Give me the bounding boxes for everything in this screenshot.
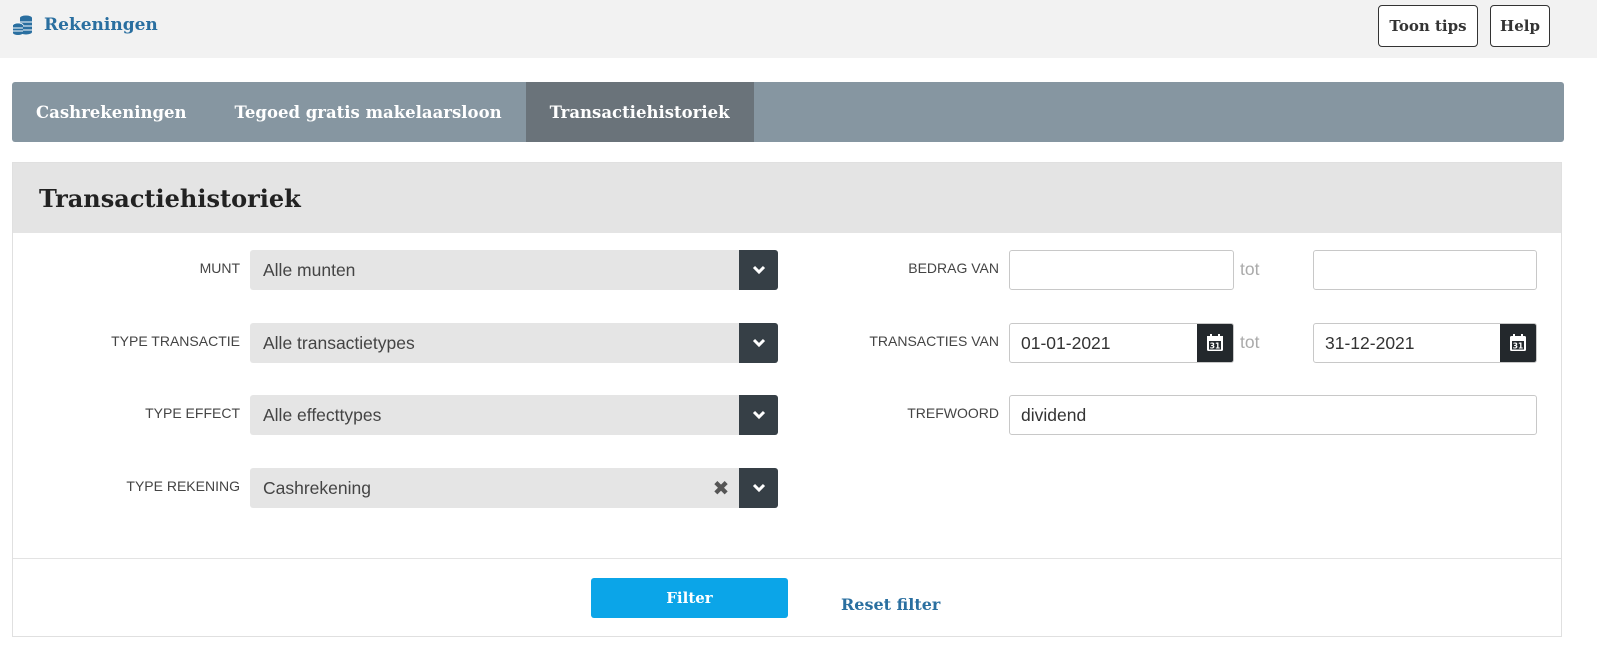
filter-button[interactable]: Filter [591,578,788,618]
panel-header: Transactiehistoriek [13,163,1561,233]
close-icon[interactable]: ✖ [709,476,733,500]
trefwoord-input[interactable]: dividend [1009,395,1537,435]
coins-stack-icon [12,15,32,35]
bedrag-from-input[interactable] [1009,250,1234,290]
type-transactie-label: TYPE TRANSACTIE [111,333,240,349]
type-rekening-value: Cashrekening [263,477,371,498]
tab-tegoed-gratis-makelaarsloon[interactable]: Tegoed gratis makelaarsloon [211,82,526,142]
top-bar: Rekeningen Toon tips Help [0,0,1597,58]
munt-value: Alle munten [263,259,356,280]
calendar-icon[interactable]: 31 [1197,324,1233,362]
munt-select[interactable]: Alle munten [250,250,778,290]
date-to-field[interactable]: 31-12-2021 31 [1313,323,1537,363]
filter-panel: Transactiehistoriek MUNT Alle munten TYP… [12,162,1562,637]
tab-cashrekeningen[interactable]: Cashrekeningen [12,82,211,142]
show-tips-button[interactable]: Toon tips [1378,5,1478,47]
munt-label: MUNT [199,260,240,276]
type-transactie-value: Alle transactietypes [263,332,415,353]
type-effect-value: Alle effecttypes [263,404,382,425]
page-title: Transactiehistoriek [39,183,301,213]
type-transactie-select[interactable]: Alle transactietypes [250,323,778,363]
type-rekening-select[interactable]: Cashrekening ✖ [250,468,778,508]
date-separator: tot [1240,332,1260,352]
svg-text:31: 31 [1210,342,1220,351]
bedrag-label: BEDRAG VAN [908,260,999,276]
tab-transactiehistoriek[interactable]: Transactiehistoriek [525,82,754,142]
app-title: Rekeningen [44,15,158,35]
reset-filter-link[interactable]: Reset filter [841,595,940,614]
transacties-label: TRANSACTIES VAN [869,333,999,349]
calendar-icon[interactable]: 31 [1500,324,1536,362]
date-to-value: 31-12-2021 [1325,332,1415,353]
type-effect-select[interactable]: Alle effecttypes [250,395,778,435]
bedrag-to-input[interactable] [1313,250,1537,290]
help-button[interactable]: Help [1490,5,1550,47]
svg-text:31: 31 [1513,342,1523,351]
bedrag-separator: tot [1240,259,1260,279]
trefwoord-label: TREFWOORD [907,405,999,421]
type-rekening-label: TYPE REKENING [126,478,240,494]
brand[interactable]: Rekeningen [12,14,158,36]
date-from-value: 01-01-2021 [1021,332,1111,353]
type-effect-label: TYPE EFFECT [145,405,240,421]
chevron-down-icon[interactable] [739,468,778,508]
divider [13,558,1561,559]
date-from-field[interactable]: 01-01-2021 31 [1009,323,1234,363]
tab-bar: Cashrekeningen Tegoed gratis makelaarslo… [12,82,1564,142]
